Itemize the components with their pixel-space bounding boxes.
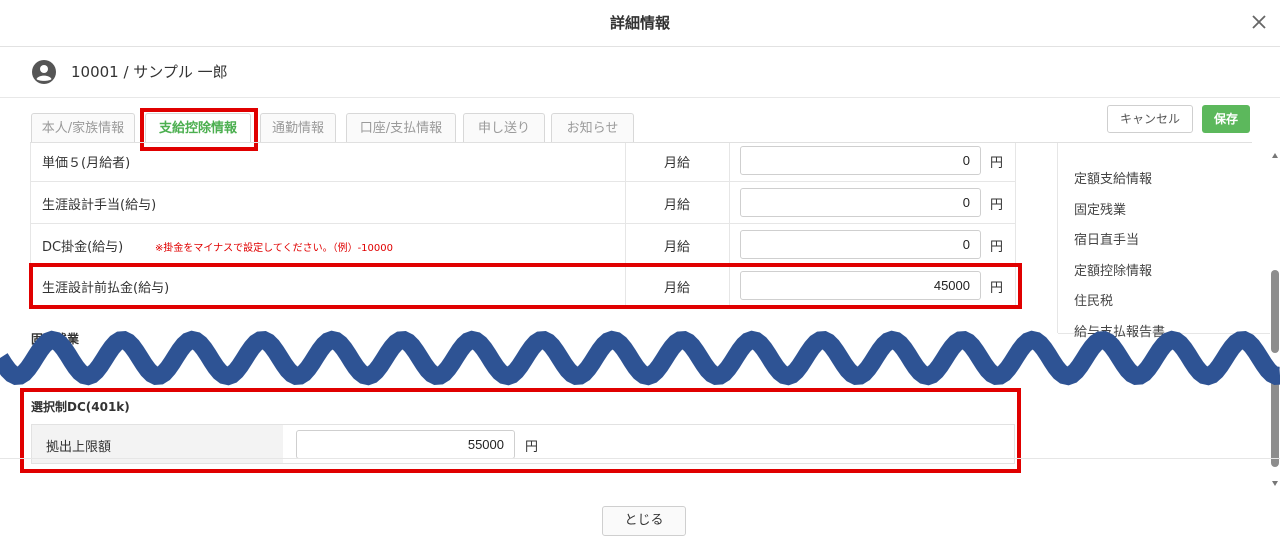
dc-highlight-box: [20, 388, 1021, 473]
cancel-button[interactable]: キャンセル: [1107, 105, 1193, 133]
right-nav-item[interactable]: 定額支給情報: [1074, 168, 1152, 187]
tab-bank-payment[interactable]: 口座/支払情報: [346, 113, 456, 143]
row-label: 単価５(月給者): [42, 156, 131, 171]
row-amount-input[interactable]: [740, 230, 981, 259]
row-amount-input[interactable]: [740, 188, 981, 217]
right-nav-divider: [1057, 143, 1058, 333]
right-nav-item[interactable]: 住民税: [1074, 290, 1113, 309]
row-unit: 円: [990, 240, 1004, 255]
wave-cut-separator: [0, 330, 1280, 386]
right-nav-item[interactable]: 定額控除情報: [1074, 260, 1152, 279]
row-unit: 円: [990, 156, 1004, 171]
modal-title: 詳細情報: [609, 14, 670, 32]
row-unit: 円: [990, 198, 1004, 213]
user-name: 10001 / サンプル 一郎: [71, 63, 228, 81]
tab-commute[interactable]: 通勤情報: [260, 113, 336, 143]
close-icon[interactable]: [1249, 12, 1269, 32]
row-type: 月給: [663, 198, 690, 213]
right-nav-item[interactable]: 宿日直手当: [1074, 229, 1139, 248]
row-label: DC掛金(給与): [42, 240, 124, 255]
scroll-down-arrow[interactable]: [1271, 474, 1279, 486]
scrollbar-thumb[interactable]: [1271, 375, 1279, 467]
right-nav-item[interactable]: 固定残業: [1074, 199, 1126, 218]
row-note: ※掛金をマイナスで設定してください。（例）-10000: [155, 243, 393, 254]
row-type: 月給: [663, 156, 690, 171]
tab-handover[interactable]: 申し送り: [463, 113, 545, 143]
close-button[interactable]: とじる: [602, 506, 686, 536]
tab-notice[interactable]: お知らせ: [551, 113, 634, 143]
save-button[interactable]: 保存: [1202, 105, 1250, 133]
footer-divider: [0, 458, 1280, 459]
row-label: 生涯設計手当(給与): [42, 198, 157, 213]
row-highlight-box: [29, 263, 1022, 309]
row-amount-input[interactable]: [740, 146, 981, 175]
tab-family-info[interactable]: 本人/家族情報: [31, 113, 135, 143]
user-avatar-icon: [32, 60, 56, 84]
scroll-up-arrow[interactable]: [1271, 145, 1279, 158]
row-type: 月給: [663, 240, 690, 255]
